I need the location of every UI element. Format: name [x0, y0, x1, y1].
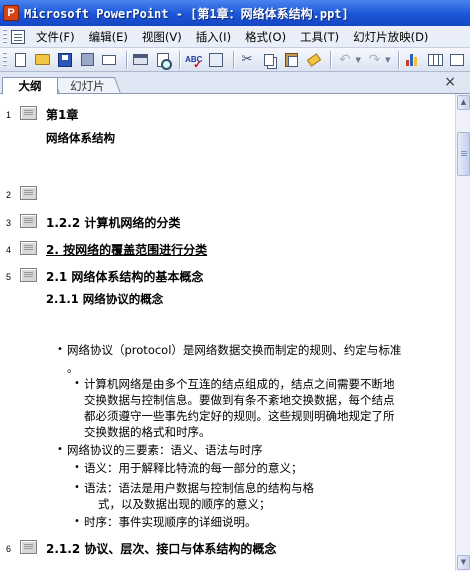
paste-button[interactable] [282, 50, 301, 70]
open-icon [35, 54, 51, 65]
slide-number: 2 [6, 190, 12, 200]
scroll-down-button[interactable]: ▼ [457, 555, 470, 570]
tab-slides-label: 幻灯片 [69, 79, 105, 93]
standard-toolbar: ABC ✂ ↶ ▼ ↷ ▼ [0, 48, 470, 72]
insert-chart-button[interactable] [403, 50, 422, 70]
slide-title[interactable]: 2.1.2 协议、层次、接口与体系结构的概念 [46, 540, 276, 557]
spelling-icon: ABC [185, 55, 202, 64]
undo-dropdown-icon[interactable]: ▼ [356, 56, 361, 64]
paste-icon [285, 52, 299, 67]
tab-slides[interactable]: 幻灯片 [52, 77, 122, 94]
outline-bullet[interactable]: 时序：事件实现顺序的详细说明。 [74, 514, 256, 530]
document-menu-icon[interactable] [11, 29, 25, 44]
outline-bullet-continuation[interactable]: 。 [67, 360, 79, 376]
slide-number: 1 [6, 110, 12, 120]
email-button[interactable] [100, 50, 119, 70]
powerpoint-app-icon[interactable]: P [3, 5, 19, 21]
outline-bullet[interactable]: 网络协议的三要素：语义、语法与时序 [57, 442, 262, 458]
open-button[interactable] [33, 50, 52, 70]
redo-dropdown-icon[interactable]: ▼ [385, 56, 390, 64]
permission-button[interactable] [77, 50, 96, 70]
slide-icon[interactable] [20, 268, 37, 282]
scroll-up-button[interactable]: ▲ [457, 95, 470, 110]
tables-borders-button[interactable] [448, 50, 467, 70]
copy-icon [264, 53, 275, 66]
redo-icon: ↷ [368, 51, 381, 68]
outline-bullet[interactable]: 语法：语法是用户数据与控制信息的结构与格 [74, 480, 314, 496]
slide-title[interactable]: 第1章 [46, 106, 78, 123]
outline-bullet[interactable]: 语义：用于解释比特流的每一部分的意义； [74, 460, 302, 476]
outline-pane[interactable]: 1 第1章 网络体系结构 2 3 1.2.2 计算机网络的分类 4 2. 按网络… [0, 94, 455, 571]
outline-bullet-continuation[interactable]: 交换数据与控制信息。要做到有条不紊地交换数据，每个结点 [84, 392, 395, 408]
slide-number: 3 [6, 218, 12, 228]
print-preview-button[interactable] [153, 50, 172, 70]
outline-bullet-continuation[interactable]: 都必须遵守一些事先约定好的规则。这些规则明确地规定了所 [84, 408, 395, 424]
pane-tabs: 幻灯片 大纲 × [0, 72, 470, 95]
cut-button[interactable]: ✂ [238, 50, 257, 70]
insert-table-icon [427, 53, 443, 66]
permission-icon [80, 53, 94, 66]
toolbar-grip[interactable] [3, 51, 7, 68]
menu-bar: 文件(F) 编辑(E) 视图(V) 插入(I) 格式(O) 工具(T) 幻灯片放… [0, 26, 470, 48]
menu-file[interactable]: 文件(F) [29, 27, 82, 47]
toolbar-separator [179, 50, 181, 69]
slide-subtitle[interactable]: 2.1.1 网络协议的概念 [46, 291, 163, 307]
menu-insert[interactable]: 插入(I) [189, 27, 238, 47]
toolbar-separator [398, 50, 400, 69]
research-icon [208, 52, 223, 67]
print-icon [132, 54, 148, 65]
slide-icon[interactable] [20, 214, 37, 228]
menu-format[interactable]: 格式(O) [238, 27, 293, 47]
slide-icon[interactable] [20, 106, 37, 120]
slide-title[interactable]: 1.2.2 计算机网络的分类 [46, 214, 180, 231]
slide-title[interactable]: 2.1 网络体系结构的基本概念 [46, 268, 203, 285]
close-pane-icon[interactable]: × [444, 74, 456, 90]
menu-slideshow[interactable]: 幻灯片放映(D) [346, 27, 435, 47]
menu-edit[interactable]: 编辑(E) [82, 27, 135, 47]
slide-subtitle[interactable]: 网络体系结构 [46, 130, 115, 146]
save-button[interactable] [55, 50, 74, 70]
tables-borders-icon [450, 53, 465, 66]
undo-button[interactable]: ↶ [335, 50, 354, 70]
format-painter-button[interactable] [304, 50, 323, 70]
redo-button[interactable]: ↷ [365, 50, 384, 70]
outline-bullet[interactable]: 计算机网络是由多个互连的结点组成的，结点之间需要不断地 [74, 376, 394, 392]
menu-tools[interactable]: 工具(T) [293, 27, 346, 47]
outline-bullet-continuation[interactable]: 式，以及数据出现的顺序的意义； [98, 496, 271, 512]
menu-view[interactable]: 视图(V) [135, 27, 189, 47]
title-bar: P Microsoft PowerPoint - [第1章：网络体系结构.ppt… [0, 0, 470, 26]
outline-bullet-continuation[interactable]: 交换数据的格式和时序。 [84, 424, 211, 440]
slide-icon[interactable] [20, 186, 37, 200]
slide-icon[interactable] [20, 540, 37, 554]
save-icon [57, 52, 72, 67]
slide-icon[interactable] [20, 241, 37, 255]
print-button[interactable] [131, 50, 150, 70]
undo-icon: ↶ [339, 51, 351, 68]
outline-bullet[interactable]: 网络协议（protocol）是网络数据交换而制定的规则、约定与标准 [57, 342, 401, 358]
slide-number: 4 [6, 245, 12, 255]
window-title: Microsoft PowerPoint - [第1章：网络体系结构.ppt] [24, 6, 349, 21]
toolbar-separator [330, 50, 332, 69]
slide-number: 6 [6, 544, 12, 554]
format-painter-icon [306, 52, 321, 67]
menu-grip[interactable] [3, 28, 7, 45]
insert-chart-icon [406, 53, 420, 66]
toolbar-separator [232, 50, 234, 69]
copy-button[interactable] [260, 50, 279, 70]
toolbar-separator [125, 50, 127, 69]
tab-outline[interactable]: 大纲 [2, 77, 58, 95]
spelling-button[interactable]: ABC [184, 50, 203, 70]
insert-table-button[interactable] [426, 50, 445, 70]
email-icon [102, 54, 117, 65]
research-button[interactable] [206, 50, 225, 70]
slide-number: 5 [6, 272, 12, 282]
print-preview-icon [156, 52, 172, 70]
cut-icon: ✂ [241, 52, 253, 67]
scroll-thumb[interactable] [457, 132, 470, 176]
new-button[interactable] [11, 50, 30, 70]
slide-title[interactable]: 2. 按网络的覆盖范围进行分类 [46, 241, 207, 258]
new-icon [14, 52, 26, 67]
vertical-scrollbar[interactable]: ▲ ▼ [455, 94, 470, 571]
